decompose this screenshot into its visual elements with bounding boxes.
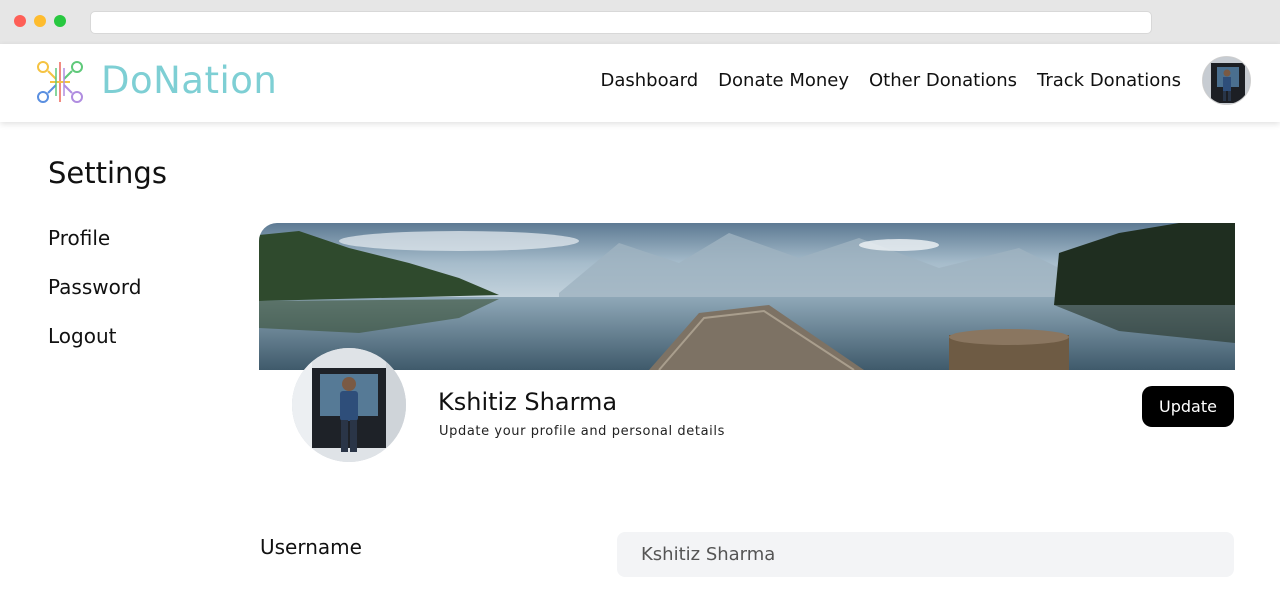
minimize-window-button[interactable] xyxy=(34,15,46,27)
sidebar-item-password[interactable]: Password xyxy=(48,273,141,301)
nav-track-donations[interactable]: Track Donations xyxy=(1037,68,1181,94)
close-window-button[interactable] xyxy=(14,15,26,27)
avatar-photo xyxy=(1203,57,1250,104)
username-label: Username xyxy=(260,535,362,559)
profile-photo-image xyxy=(292,348,406,462)
browser-chrome xyxy=(0,0,1280,44)
profile-cover-image xyxy=(259,223,1235,370)
sidebar-item-profile[interactable]: Profile xyxy=(48,224,110,252)
profile-subtitle: Update your profile and personal details xyxy=(439,424,725,439)
address-bar[interactable] xyxy=(90,11,1152,34)
lake-scenery-illustration xyxy=(259,223,1235,370)
sidebar-item-logout[interactable]: Logout xyxy=(48,322,116,350)
brand-name[interactable]: DoNation xyxy=(101,58,277,104)
username-field[interactable] xyxy=(617,532,1234,577)
nav-donate-money[interactable]: Donate Money xyxy=(718,68,849,94)
profile-photo[interactable] xyxy=(292,348,406,462)
profile-name: Kshitiz Sharma xyxy=(438,388,618,416)
page-title: Settings xyxy=(48,156,167,190)
user-avatar[interactable] xyxy=(1202,56,1251,105)
donation-logo-icon[interactable] xyxy=(36,58,84,106)
update-button[interactable]: Update xyxy=(1142,386,1234,427)
maximize-window-button[interactable] xyxy=(54,15,66,27)
top-navbar: DoNation Dashboard Donate Money Other Do… xyxy=(0,44,1280,122)
nav-dashboard[interactable]: Dashboard xyxy=(601,68,699,94)
nav-other-donations[interactable]: Other Donations xyxy=(869,68,1017,94)
nav-links: Dashboard Donate Money Other Donations T… xyxy=(601,68,1182,94)
